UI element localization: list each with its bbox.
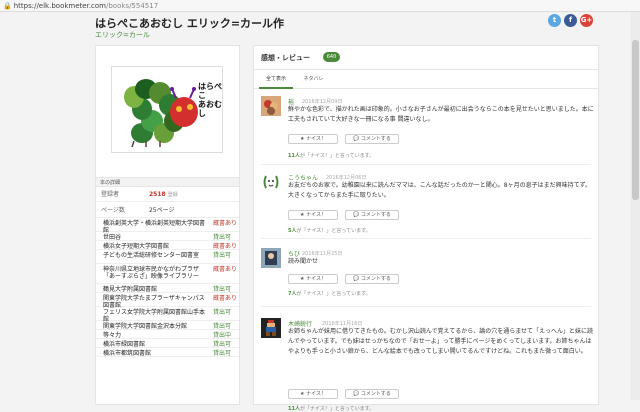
library-row[interactable]: 鶴見大学附属図書館 貸出可 <box>96 284 239 293</box>
library-row[interactable]: 横浜女子短期大学図書館 蔵書あり <box>96 241 239 250</box>
library-row[interactable]: 神奈川県立地球市民かながわプラザ「あーすぷらざ」映像ライブラリー 蔵書あり <box>96 264 239 284</box>
registrants-value[interactable]: 2518 登録 <box>149 187 178 203</box>
scrollbar-thumb[interactable] <box>632 40 639 200</box>
library-row[interactable]: 横浜市緑図書館 貸出可 <box>96 339 239 348</box>
library-row[interactable]: 関東学院大学たまプラーザキャンパス図書館 蔵書あり <box>96 293 239 309</box>
nice-button[interactable]: ★ ナイス！ <box>288 389 338 399</box>
review-tabs: 全て表示 ネタバレ <box>254 70 598 89</box>
library-status[interactable]: 貸出可 <box>213 350 231 357</box>
review-date: 2016年12月06日 <box>326 175 367 181</box>
library-name[interactable]: 横浜女子短期大学図書館 <box>103 243 209 250</box>
cover-title-text: はらぺこ あおむし <box>198 82 222 118</box>
library-status[interactable]: 貸出可 <box>213 252 231 259</box>
library-name[interactable]: 世田谷 <box>103 234 209 241</box>
library-name[interactable]: 横浜市緑図書館 <box>103 341 209 348</box>
tab-spoiler[interactable]: ネタバレ <box>300 70 327 89</box>
library-row[interactable]: 世田谷 貸出可 <box>96 232 239 241</box>
nice-button[interactable]: ★ ナイス！ <box>288 274 338 284</box>
author-link[interactable]: エリック=カール <box>95 30 150 40</box>
nice-count: 11人が「ナイス！」と言っています。 <box>288 406 375 412</box>
pages-value: 25ページ <box>149 207 175 214</box>
registrants-row: 登録者 2518 登録 <box>96 187 239 202</box>
library-status[interactable]: 貸出可 <box>213 323 231 330</box>
comment-button[interactable]: 💬 コメントする <box>345 274 399 284</box>
user-avatar[interactable] <box>261 96 281 116</box>
book-cover-image[interactable]: はらぺこ あおむし <box>111 66 223 153</box>
user-avatar[interactable] <box>261 172 281 192</box>
library-name[interactable]: 横浜市都筑図書館 <box>103 350 209 357</box>
review-divider <box>261 306 591 307</box>
nice-count: 11人が「ナイス！」と言っています。 <box>288 153 375 159</box>
book-info-panel: はらぺこ あおむし 本の詳細 登録者 2518 登録 ページ数 25ページ 横浜創… <box>95 45 240 405</box>
library-row[interactable]: フェリス女学院大学附属図書館山手本館 貸出可 <box>96 307 239 323</box>
library-status[interactable]: 貸出可 <box>213 341 231 348</box>
address-bar[interactable]: 🔒 https://elk.bookmeter.com/books/554517 <box>0 0 640 12</box>
library-status[interactable]: 貸出中 <box>213 332 231 339</box>
facebook-share-icon[interactable]: f <box>564 14 577 27</box>
user-avatar[interactable] <box>261 318 281 338</box>
library-name[interactable]: 子どもの生活総研修センター図書室 <box>103 252 209 259</box>
user-avatar[interactable] <box>261 248 281 268</box>
reviews-panel: 感想・レビュー 640 全て表示 ネタバレ 裕 2016年12月09日 鮮やかな… <box>253 45 599 412</box>
library-name[interactable]: 鶴見大学附属図書館 <box>103 286 209 293</box>
library-status[interactable]: 貸出可 <box>213 309 231 316</box>
google-plus-share-icon[interactable]: G+ <box>580 14 593 27</box>
tab-show-all[interactable]: 全て表示 <box>259 70 293 89</box>
url-text: https://elk.bookmeter.com/books/554517 <box>13 2 159 10</box>
reviews-header: 感想・レビュー 640 <box>254 46 598 70</box>
review-divider <box>261 238 591 239</box>
lock-icon: 🔒 <box>3 2 12 10</box>
review-text: 鮮やかな色彩で、描かれた画は印象的。小さなお子さんが最初に出会うならこの本を見せ… <box>288 106 594 123</box>
comment-button[interactable]: 💬 コメントする <box>345 210 399 220</box>
reviews-count-badge: 640 <box>323 52 340 62</box>
review-text: お姉ちゃんが妹用に借りてきたもの。むかし沢山読んで覚えてるから、論の穴を通らませ… <box>288 328 594 355</box>
library-row[interactable]: 関東学院大学図書館金沢本分館 貸出可 <box>96 321 239 330</box>
library-name[interactable]: 神奈川県立地球市民かながわプラザ「あーすぷらざ」映像ライブラリー <box>103 266 209 280</box>
book-title: はらぺこあおむし エリック=カール作 <box>95 17 285 30</box>
library-row[interactable]: 横浜創英大学・横浜創英短期大学図書館 蔵書あり <box>96 218 239 234</box>
nice-button[interactable]: ★ ナイス！ <box>288 210 338 220</box>
comment-button[interactable]: 💬 コメントする <box>345 134 399 144</box>
library-row[interactable]: 等々力 貸出中 <box>96 330 239 339</box>
comment-button[interactable]: 💬 コメントする <box>345 389 399 399</box>
details-header: 本の詳細 <box>96 177 239 187</box>
library-row[interactable]: 子どもの生活総研修センター図書室 貸出可 <box>96 250 239 264</box>
library-row[interactable]: 横浜市都筑図書館 貸出可 <box>96 348 239 357</box>
library-name[interactable]: 等々力 <box>103 332 209 339</box>
library-status[interactable]: 蔵書あり <box>213 295 237 302</box>
twitter-share-icon[interactable]: t <box>548 14 561 27</box>
review-date: 2016年11月25日 <box>302 251 343 257</box>
pages-label: ページ数 <box>101 207 125 214</box>
page-scrollbar[interactable] <box>631 12 640 400</box>
review-text: お友だちのお家で。幼稚園以来に読んだママは、こんな話だったのかーと関心。8ヶ月の… <box>288 182 591 199</box>
library-name[interactable]: 関東学院大学図書館金沢本分館 <box>103 323 209 330</box>
review-date: 2016年11月16日 <box>322 321 363 327</box>
nice-count: 7人が「ナイス！」と言っています。 <box>288 291 371 297</box>
library-status[interactable]: 貸出可 <box>213 234 231 241</box>
pages-row: ページ数 25ページ <box>96 203 239 218</box>
library-status[interactable]: 蔵書あり <box>213 220 237 227</box>
nice-button[interactable]: ★ ナイス！ <box>288 134 338 144</box>
reviews-title: 感想・レビュー <box>261 54 310 62</box>
library-status[interactable]: 貸出可 <box>213 286 231 293</box>
review-date: 2016年12月09日 <box>302 99 343 105</box>
review-divider <box>261 164 591 165</box>
registrants-label: 登録者 <box>101 191 120 198</box>
review-text: 読み聞かせ <box>288 258 319 265</box>
nice-count: 5人が「ナイス！」と言っています。 <box>288 228 371 234</box>
library-status[interactable]: 蔵書あり <box>213 266 237 273</box>
library-status[interactable]: 蔵書あり <box>213 243 237 250</box>
